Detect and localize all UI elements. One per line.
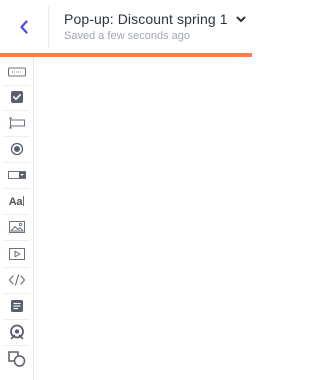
back-button[interactable] xyxy=(0,0,48,53)
tool-shapes[interactable] xyxy=(0,346,33,372)
title-dropdown[interactable]: Pop-up: Discount spring 1 xyxy=(64,9,246,29)
video-icon xyxy=(8,248,25,260)
header-bar: Pop-up: Discount spring 1 Saved a few se… xyxy=(0,0,252,53)
form-icon xyxy=(10,300,23,312)
element-toolbar: Aa xyxy=(0,57,34,380)
chevron-left-icon xyxy=(20,19,28,34)
tool-button[interactable] xyxy=(0,59,33,85)
chevron-down-icon xyxy=(236,16,246,23)
save-status: Saved a few seconds ago xyxy=(64,30,190,42)
page-title: Pop-up: Discount spring 1 xyxy=(64,11,228,27)
tool-checkbox[interactable] xyxy=(0,84,33,110)
input-field-icon xyxy=(8,117,25,129)
editor-canvas[interactable] xyxy=(34,57,252,380)
tool-radio[interactable] xyxy=(0,136,33,162)
tool-form[interactable] xyxy=(0,293,33,319)
tool-coupon[interactable] xyxy=(0,319,33,345)
button-icon xyxy=(7,67,26,77)
code-icon xyxy=(8,274,25,286)
tool-video[interactable] xyxy=(0,241,33,267)
shapes-icon xyxy=(7,351,25,367)
header-divider xyxy=(48,6,49,47)
tool-dropdown[interactable] xyxy=(0,162,33,188)
dropdown-icon xyxy=(7,171,26,179)
text-icon: Aa xyxy=(8,196,25,208)
tool-image[interactable] xyxy=(0,214,33,240)
image-icon xyxy=(8,221,25,233)
tool-input[interactable] xyxy=(0,110,33,136)
tool-html[interactable] xyxy=(0,267,33,293)
tool-text[interactable]: Aa xyxy=(0,188,33,214)
coupon-icon xyxy=(9,324,24,340)
checkbox-icon xyxy=(10,91,23,103)
radio-icon xyxy=(10,142,23,156)
